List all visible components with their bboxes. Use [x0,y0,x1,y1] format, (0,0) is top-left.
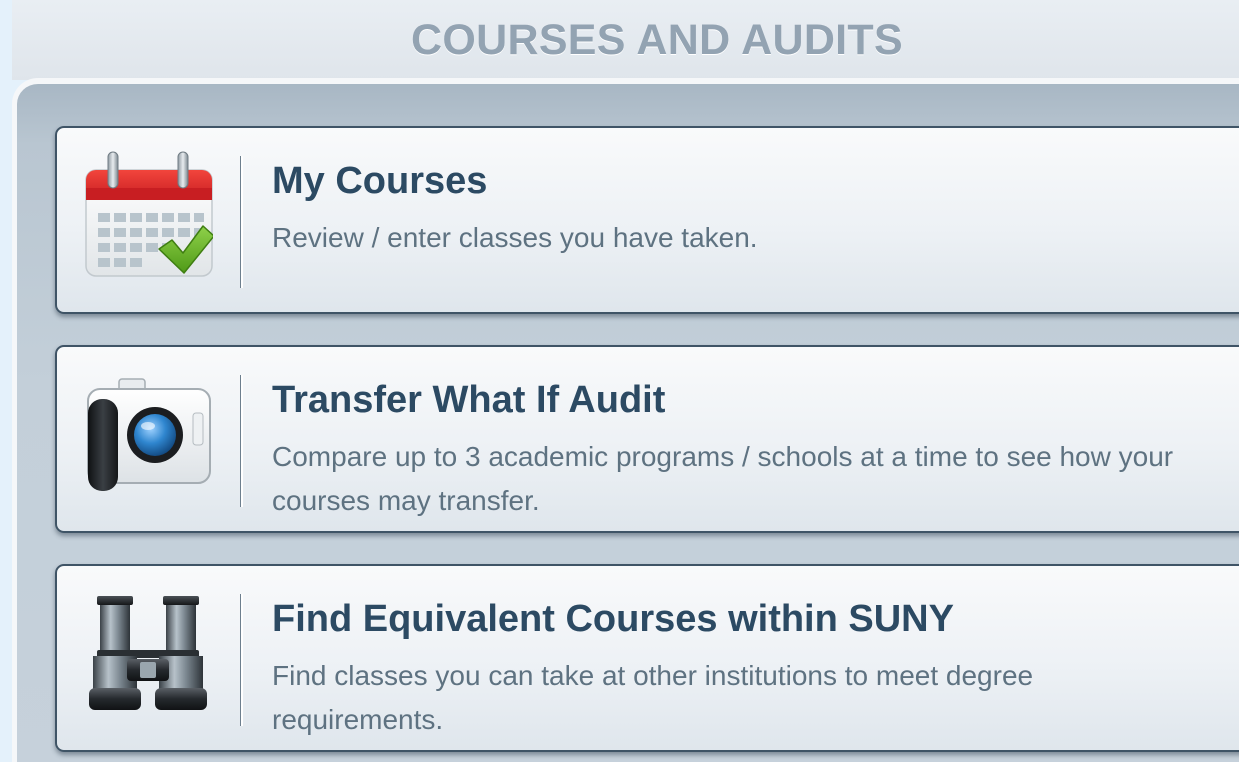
my-courses-title: My Courses [272,160,488,202]
courses-and-audits-page: COURSES AND AUDITS My Courses Review / e… [0,0,1239,762]
my-courses-description: Review / enter classes you have taken. [272,222,758,253]
card-divider [240,156,243,288]
find-equivalent-courses-card[interactable]: Find Equivalent Courses within SUNY Find… [55,564,1239,752]
calendar-check-icon [83,148,215,278]
section-title: COURSES AND AUDITS [411,16,903,64]
camera-icon [83,373,213,503]
transfer-what-if-audit-card[interactable]: Transfer What If Audit Compare up to 3 a… [55,345,1239,533]
find-equivalent-courses-title: Find Equivalent Courses within SUNY [272,598,954,640]
section-header: COURSES AND AUDITS [12,0,1239,80]
card-divider [240,594,243,726]
binoculars-icon [83,592,213,722]
transfer-what-if-audit-description: Compare up to 3 academic programs / scho… [272,441,1174,516]
transfer-what-if-audit-title: Transfer What If Audit [272,379,666,421]
my-courses-card[interactable]: My Courses Review / enter classes you ha… [55,126,1239,314]
find-equivalent-courses-description: Find classes you can take at other insti… [272,660,1034,735]
card-divider [240,375,243,507]
